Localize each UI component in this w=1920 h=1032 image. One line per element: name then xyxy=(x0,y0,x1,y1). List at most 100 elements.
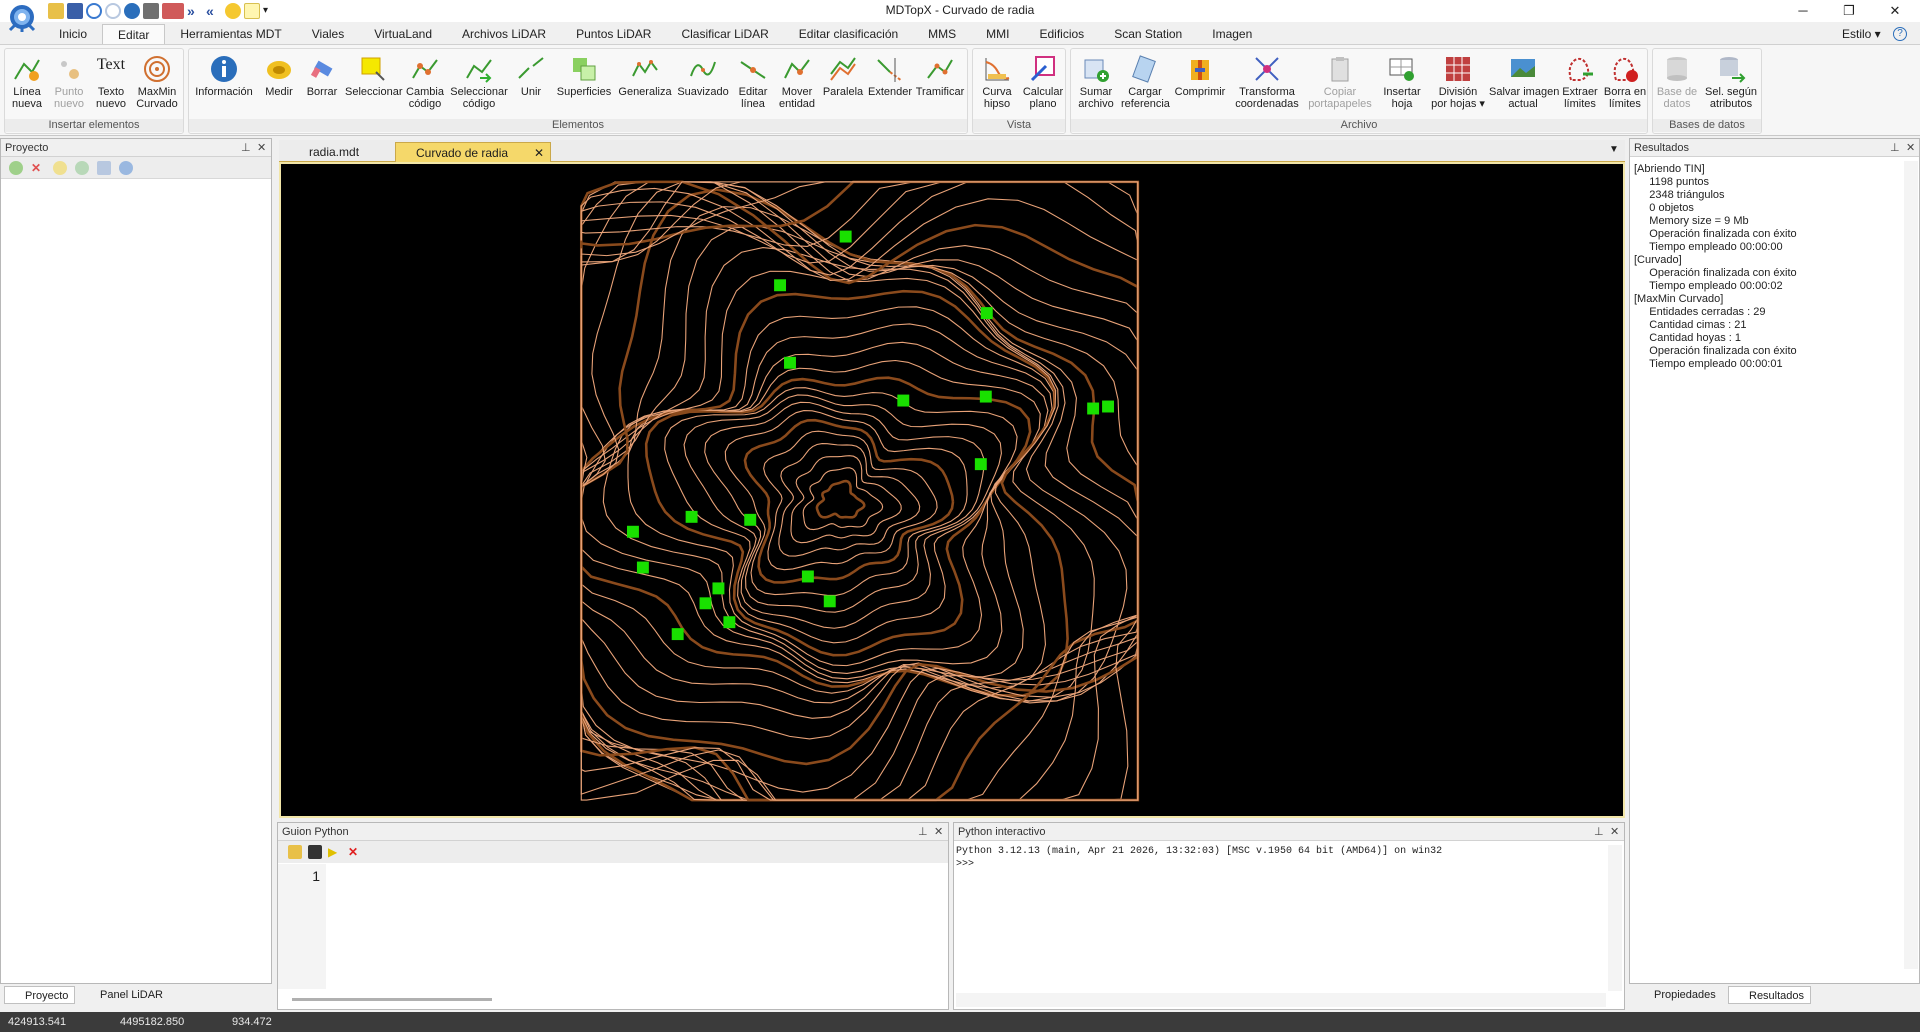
pin-icon[interactable]: ⊥ xyxy=(918,823,928,841)
redo-icon[interactable] xyxy=(105,3,121,19)
app-logo-icon[interactable] xyxy=(4,2,40,38)
informacion-button[interactable]: Información xyxy=(191,49,257,119)
doc-tab-radia-mdt[interactable]: radia.mdt xyxy=(289,142,393,162)
tab-editar[interactable]: Editar xyxy=(102,24,166,44)
bulb-icon[interactable] xyxy=(53,161,67,175)
seleccionar-codigo-button[interactable]: Seleccionar código xyxy=(449,49,509,119)
calcular-plano-button[interactable]: Calcular plano xyxy=(1021,49,1065,119)
pin-icon[interactable]: ⊥ xyxy=(1594,823,1604,841)
texto-nuevo-button[interactable]: Text Texto nuevo xyxy=(91,49,131,119)
tab-clasificar-lidar[interactable]: Clasificar LiDAR xyxy=(666,24,783,44)
style-dropdown[interactable]: Estilo ▾ xyxy=(1842,27,1881,41)
suavizado-button[interactable]: Suavizado xyxy=(675,49,731,119)
sumar-archivo-button[interactable]: Sumar archivo xyxy=(1073,49,1119,119)
info-icon[interactable] xyxy=(119,161,133,175)
tab-puntos-lidar[interactable]: Puntos LiDAR xyxy=(561,24,666,44)
tramificar-button[interactable]: Tramificar xyxy=(915,49,965,119)
division-por-hojas-button[interactable]: División por hojas ▾ xyxy=(1429,49,1487,119)
pin-icon[interactable]: ⊥ xyxy=(1890,139,1900,157)
forward-icon[interactable]: » xyxy=(187,3,203,19)
minimize-button[interactable]: ─ xyxy=(1780,0,1826,22)
curva-hipso-button[interactable]: Curva hipso xyxy=(975,49,1019,119)
copiar-portapapeles-button[interactable]: Copiar portapapeles xyxy=(1305,49,1375,119)
editar-linea-button[interactable]: Editar línea xyxy=(733,49,773,119)
map-canvas[interactable] xyxy=(279,162,1625,818)
tab-editar-clasificacion[interactable]: Editar clasificación xyxy=(784,24,913,44)
cambia-codigo-button[interactable]: Cambia código xyxy=(403,49,447,119)
linea-nueva-button[interactable]: Línea nueva xyxy=(7,49,47,119)
add-icon[interactable] xyxy=(9,161,23,175)
maximize-button[interactable]: ❐ xyxy=(1826,0,1872,22)
paralela-button[interactable]: Paralela xyxy=(821,49,865,119)
help-icon[interactable]: ? xyxy=(1893,27,1907,41)
python-console[interactable]: Python 3.12.13 (main, Apr 21 2026, 13:32… xyxy=(956,845,1606,985)
seleccionar-button[interactable]: Seleccionar xyxy=(345,49,402,119)
device-icon[interactable] xyxy=(143,3,159,19)
tab-resultados[interactable]: Resultados xyxy=(1728,986,1812,1004)
save-icon[interactable] xyxy=(308,845,322,859)
tab-mmi[interactable]: MMI xyxy=(971,24,1024,44)
horizontal-scrollbar[interactable] xyxy=(956,993,1606,1007)
tab-mms[interactable]: MMS xyxy=(913,24,971,44)
customize-qat-icon[interactable]: ▾ xyxy=(263,3,279,19)
base-de-datos-button[interactable]: Base de datos xyxy=(1655,49,1699,119)
save-icon[interactable] xyxy=(67,3,83,19)
stop-icon[interactable]: ✕ xyxy=(348,845,362,859)
insertar-hoja-button[interactable]: Insertar hoja xyxy=(1377,49,1427,119)
borrar-button[interactable]: Borrar xyxy=(301,49,343,119)
tab-list-dropdown-icon[interactable]: ▼ xyxy=(1609,144,1619,155)
superficies-button[interactable]: Superficies xyxy=(553,49,615,119)
tab-scan-station[interactable]: Scan Station xyxy=(1099,24,1197,44)
run-icon[interactable]: ▶ xyxy=(328,845,342,859)
comprimir-button[interactable]: Comprimir xyxy=(1171,49,1229,119)
extraer-limites-button[interactable]: Extraer límites xyxy=(1559,49,1601,119)
window-icon[interactable] xyxy=(97,161,111,175)
generaliza-button[interactable]: Generaliza xyxy=(617,49,673,119)
tab-proyecto[interactable]: Proyecto xyxy=(4,986,76,1004)
close-icon[interactable]: ✕ xyxy=(257,139,266,157)
star-icon[interactable] xyxy=(225,3,241,19)
tab-imagen[interactable]: Imagen xyxy=(1197,24,1267,44)
tab-panel-lidar[interactable]: Panel LiDAR xyxy=(80,986,169,1004)
tab-propiedades[interactable]: Propiedades xyxy=(1634,986,1722,1004)
pen-dropdown-icon[interactable] xyxy=(162,3,184,19)
unir-button[interactable]: Unir xyxy=(511,49,551,119)
open-icon[interactable] xyxy=(288,845,302,859)
sel-segun-atributos-button[interactable]: Sel. según atributos xyxy=(1701,49,1761,119)
tab-herramientas-mdt[interactable]: Herramientas MDT xyxy=(165,24,296,44)
back-icon[interactable]: « xyxy=(206,3,222,19)
tab-archivos-lidar[interactable]: Archivos LiDAR xyxy=(447,24,561,44)
remove-icon[interactable]: ✕ xyxy=(31,161,45,175)
close-button[interactable]: ✕ xyxy=(1872,0,1918,22)
pin-icon[interactable]: ⊥ xyxy=(241,139,251,157)
mover-entidad-button[interactable]: Mover entidad xyxy=(775,49,819,119)
info-icon[interactable] xyxy=(124,3,140,19)
transforma-coordenadas-button[interactable]: Transforma coordenadas xyxy=(1231,49,1303,119)
vertical-scrollbar[interactable] xyxy=(1608,845,1622,991)
vertical-scrollbar[interactable] xyxy=(1904,161,1918,969)
punto-nuevo-button[interactable]: Punto nuevo xyxy=(49,49,89,119)
medir-button[interactable]: Medir xyxy=(259,49,299,119)
tab-viales[interactable]: Viales xyxy=(297,24,359,44)
maxmin-curvado-button[interactable]: MaxMin Curvado xyxy=(133,49,181,119)
open-icon[interactable] xyxy=(48,3,64,19)
cargar-referencia-button[interactable]: Cargar referencia xyxy=(1121,49,1170,119)
status-bar: 424913.541 4495182.850 934.472 xyxy=(0,1012,1920,1032)
refresh-icon[interactable] xyxy=(75,161,89,175)
close-icon[interactable]: ✕ xyxy=(1610,823,1619,841)
tab-inicio[interactable]: Inicio xyxy=(44,24,102,44)
close-icon[interactable]: ✕ xyxy=(1906,139,1915,157)
horizontal-scrollbar[interactable] xyxy=(292,998,492,1001)
borra-en-limites-button[interactable]: Borra en límites xyxy=(1603,49,1647,119)
python-editor[interactable] xyxy=(326,864,948,989)
doc-tab-curvado-de-radia[interactable]: Curvado de radia ✕ xyxy=(395,142,551,162)
note-icon[interactable] xyxy=(244,3,260,19)
close-icon[interactable]: ✕ xyxy=(934,823,943,841)
project-toolbar: ✕ xyxy=(1,157,271,179)
extender-button[interactable]: Extender xyxy=(867,49,913,119)
salvar-imagen-button[interactable]: Salvar imagen actual xyxy=(1489,49,1559,119)
close-icon[interactable]: ✕ xyxy=(534,143,544,163)
tab-virtualand[interactable]: VirtuaLand xyxy=(359,24,447,44)
undo-icon[interactable] xyxy=(86,3,102,19)
tab-edificios[interactable]: Edificios xyxy=(1025,24,1100,44)
